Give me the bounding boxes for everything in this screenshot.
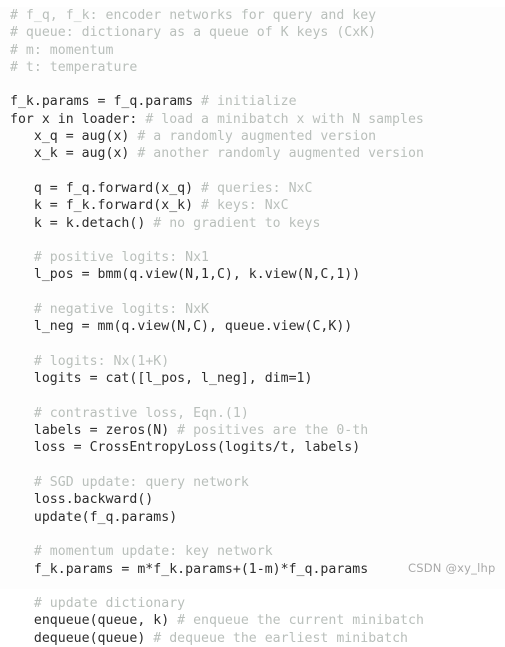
comment-segment: # initialize: [201, 94, 297, 110]
code-segment: x_q = aug(x): [10, 129, 138, 145]
code-segment: loss = CrossEntropyLoss(logits/t, labels…: [10, 440, 361, 456]
comment-segment: # positive logits: Nx1: [33, 250, 210, 266]
code-line: # f_q, f_k: encoder networks for query a…: [0, 7, 505, 24]
comment-segment: # m: momentum: [10, 42, 114, 58]
code-line: # SGD update: query network: [0, 474, 505, 491]
comment-segment: # logits: Nx(1+K): [33, 353, 170, 369]
comment-segment: # queue: dictionary as a queue of K keys…: [10, 25, 377, 41]
code-line: l_pos = bmm(q.view(N,1,C), k.view(N,C,1)…: [0, 266, 505, 283]
code-line: enqueue(queue, k) # enqueue the current …: [0, 612, 505, 629]
comment-segment: # a randomly augmented version: [137, 129, 377, 145]
code-line: # update dictionary: [0, 595, 505, 612]
comment-segment: # load a minibatch x with N samples: [145, 111, 424, 127]
comment-segment: # no gradient to keys: [153, 215, 321, 231]
code-segment: logits = cat([l_pos, l_neg], dim=1): [10, 371, 313, 387]
comment-segment: # SGD update: query network: [33, 475, 249, 491]
code-line: # m: momentum: [0, 42, 505, 59]
code-line: x_q = aug(x) # a randomly augmented vers…: [0, 128, 505, 145]
code-line: f_k.params = f_q.params # initialize: [0, 93, 505, 110]
code-line: loss.backward(): [0, 491, 505, 508]
comment-segment: # f_q, f_k: encoder networks for query a…: [10, 8, 377, 23]
code-segment: k = f_k.forward(x_k): [10, 198, 202, 214]
code-line: # positive logits: Nx1: [0, 249, 505, 266]
comment-segment: # update dictionary: [33, 596, 186, 612]
code-line: # logits: Nx(1+K): [0, 353, 505, 370]
comment-segment: # t: temperature: [10, 59, 138, 75]
code-line: logits = cat([l_pos, l_neg], dim=1): [0, 370, 505, 387]
code-line: x_k = aug(x) # another randomly augmente…: [0, 145, 505, 162]
comment-segment: # enqueue the current minibatch: [177, 613, 424, 629]
code-line: for x in loader: # load a minibatch x wi…: [0, 111, 505, 128]
code-segment: f_k.params = m*f_k.params+(1-m)*f_q.para…: [10, 561, 369, 577]
code-segment: for x in loader:: [10, 111, 146, 127]
code-segment: l_neg = mm(q.view(N,C), queue.view(C,K)): [10, 319, 353, 335]
code-line: # momentum update: key network: [0, 543, 505, 560]
code-line: k = k.detach() # no gradient to keys: [0, 215, 505, 232]
code-segment: labels = zeros(N): [10, 423, 178, 439]
code-segment: dequeue(queue): [10, 630, 154, 646]
code-segment: f_k.params = f_q.params: [10, 94, 202, 110]
code-segment: k = k.detach(): [10, 215, 154, 231]
code-line: dequeue(queue) # dequeue the earliest mi…: [0, 630, 505, 647]
comment-segment: # dequeue the earliest minibatch: [153, 630, 408, 646]
code-line: labels = zeros(N) # positives are the 0-…: [0, 422, 505, 439]
code-segment: q = f_q.forward(x_q): [10, 180, 202, 196]
code-line: f_k.params = m*f_k.params+(1-m)*f_q.para…: [0, 561, 505, 578]
code-segment: loss.backward(): [10, 492, 154, 508]
comment-segment: # keys: NxC: [201, 198, 289, 214]
comment-segment: # negative logits: NxK: [33, 302, 210, 318]
comment-segment: # queries: NxC: [201, 180, 313, 196]
code-line: k = f_k.forward(x_k) # keys: NxC: [0, 197, 505, 214]
code-line: # contrastive loss, Eqn.(1): [0, 405, 505, 422]
code-segment: enqueue(queue, k): [10, 613, 178, 629]
code-line: loss = CrossEntropyLoss(logits/t, labels…: [0, 439, 505, 456]
code-line: # negative logits: NxK: [0, 301, 505, 318]
code-line: q = f_q.forward(x_q) # queries: NxC: [0, 180, 505, 197]
code-line: # queue: dictionary as a queue of K keys…: [0, 24, 505, 41]
code-segment: update(f_q.params): [10, 509, 178, 525]
code-line: l_neg = mm(q.view(N,C), queue.view(C,K)): [0, 318, 505, 335]
code-segment: x_k = aug(x): [10, 146, 138, 162]
code-line: # t: temperature: [0, 59, 505, 76]
comment-segment: # positives are the 0-th: [177, 423, 369, 439]
code-listing: # f_q, f_k: encoder networks for query a…: [0, 7, 505, 646]
code-segment: l_pos = bmm(q.view(N,1,C), k.view(N,C,1)…: [10, 267, 361, 283]
comment-segment: # momentum update: key network: [33, 544, 273, 560]
comment-segment: # contrastive loss, Eqn.(1): [33, 405, 249, 421]
code-line: update(f_q.params): [0, 509, 505, 526]
comment-segment: # another randomly augmented version: [137, 146, 424, 162]
